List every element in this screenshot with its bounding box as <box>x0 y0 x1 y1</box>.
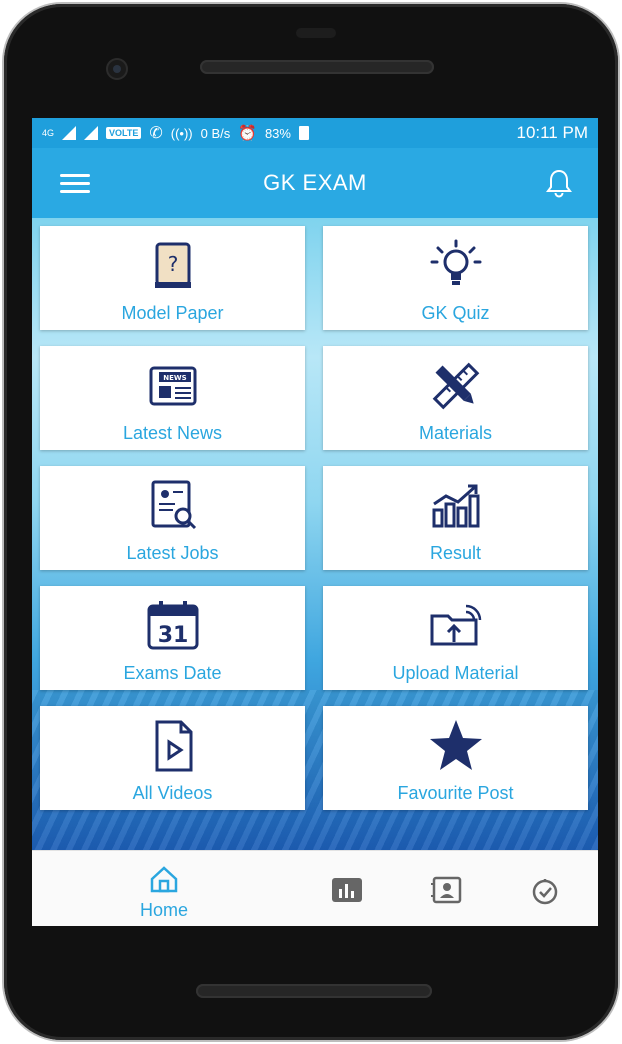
nav-home[interactable]: Home <box>124 865 204 921</box>
tile-label: Model Paper <box>121 303 224 323</box>
battery-icon <box>298 126 309 140</box>
tile-latest-jobs[interactable]: Latest Jobs <box>40 466 305 570</box>
whatsapp-icon: ✆ <box>149 125 163 142</box>
earpiece-slot <box>296 28 336 38</box>
tile-label: Upload Material <box>392 663 519 683</box>
bottom-speaker <box>196 984 432 998</box>
tile-label: Latest Jobs <box>126 543 219 563</box>
news-badge-text: NEWS <box>163 374 186 382</box>
stats-icon[interactable] <box>330 875 364 905</box>
signal-icon <box>62 126 77 140</box>
status-bar: 4G VOLTE ✆ ((•)) 0 B/s ⏰ 83% 10:11 PM <box>32 118 598 148</box>
clock: 10:11 PM <box>516 123 588 142</box>
tile-label: Result <box>429 543 482 563</box>
tile-label: Latest News <box>122 423 223 443</box>
tile-label: Exams Date <box>123 663 222 683</box>
video-file-icon <box>155 720 192 772</box>
pencil-ruler-icon <box>432 362 479 410</box>
app-screen: 4G VOLTE ✆ ((•)) 0 B/s ⏰ 83% 10:11 PM GK… <box>32 118 598 926</box>
job-search-icon <box>151 480 196 530</box>
tile-label: Materials <box>418 423 493 443</box>
calendar-icon: 31 <box>147 601 198 650</box>
top-speaker <box>200 60 434 74</box>
page-title: GK EXAM <box>263 170 367 195</box>
question-paper-icon: ? <box>154 242 191 288</box>
tile-result[interactable]: Result <box>323 466 588 570</box>
signal-icon-2 <box>84 126 99 140</box>
tile-label: GK Quiz <box>421 303 490 323</box>
newspaper-icon: NEWS <box>149 366 196 406</box>
home-icon <box>150 866 178 893</box>
app-bar: GK EXAM <box>32 148 598 218</box>
bottom-navigation: Home <box>32 850 598 926</box>
bar-chart-icon <box>432 484 479 528</box>
alarm-icon: ⏰ <box>238 125 257 142</box>
network-type: 4G <box>42 128 55 138</box>
upload-folder-icon <box>430 604 481 646</box>
hotspot-icon: ((•)) <box>170 125 193 141</box>
tile-gk-quiz[interactable]: GK Quiz <box>323 226 588 330</box>
volte-badge: VOLTE <box>106 127 142 139</box>
battery-level: 83% <box>264 125 291 141</box>
lightbulb-icon <box>430 239 481 285</box>
front-camera <box>106 58 128 80</box>
tile-favourite-post[interactable]: Favourite Post <box>323 706 588 810</box>
contacts-icon[interactable] <box>430 875 464 905</box>
timer-icon[interactable] <box>528 875 562 905</box>
dashboard-grid: ? Model Paper GK Quiz NEWS Latest News M… <box>32 218 598 850</box>
tile-model-paper[interactable]: ? Model Paper <box>40 226 305 330</box>
star-icon <box>429 720 482 770</box>
nav-home-label: Home <box>139 900 188 920</box>
bell-icon[interactable] <box>542 166 576 200</box>
data-rate: 0 B/s <box>200 125 231 141</box>
svg-text:?: ? <box>167 252 178 276</box>
tile-materials[interactable]: Materials <box>323 346 588 450</box>
tile-label: Favourite Post <box>397 783 514 803</box>
tile-upload-material[interactable]: Upload Material <box>323 586 588 690</box>
tile-exams-date[interactable]: 31 Exams Date <box>40 586 305 690</box>
tile-label: All Videos <box>132 783 213 803</box>
tile-all-videos[interactable]: All Videos <box>40 706 305 810</box>
calendar-day: 31 <box>157 623 188 648</box>
tile-latest-news[interactable]: NEWS Latest News <box>40 346 305 450</box>
